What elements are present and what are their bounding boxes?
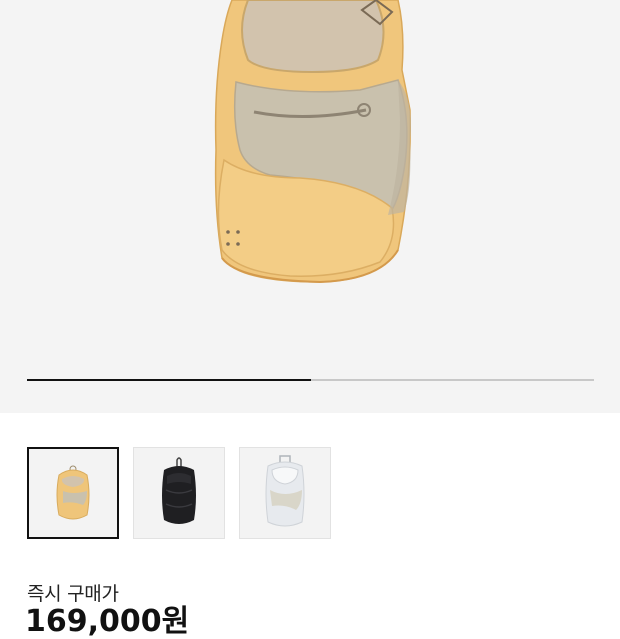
instant-buy-price: 169,000원 <box>25 604 190 639</box>
thumbnail-white[interactable] <box>239 447 331 539</box>
gallery-progress-indicator <box>27 379 311 381</box>
instant-buy-label: 즉시 구매가 <box>27 583 119 605</box>
backpack-black-icon <box>162 457 196 524</box>
product-image-area[interactable] <box>0 0 620 413</box>
backpack-white-icon <box>265 455 305 527</box>
gallery-progress-track[interactable] <box>27 379 594 381</box>
thumbnail-yellow[interactable] <box>27 447 119 539</box>
thumbnail-strip <box>27 447 331 539</box>
thumbnail-black[interactable] <box>133 447 225 539</box>
backpack-photo <box>214 0 411 284</box>
backpack-yellow-icon <box>56 465 90 520</box>
